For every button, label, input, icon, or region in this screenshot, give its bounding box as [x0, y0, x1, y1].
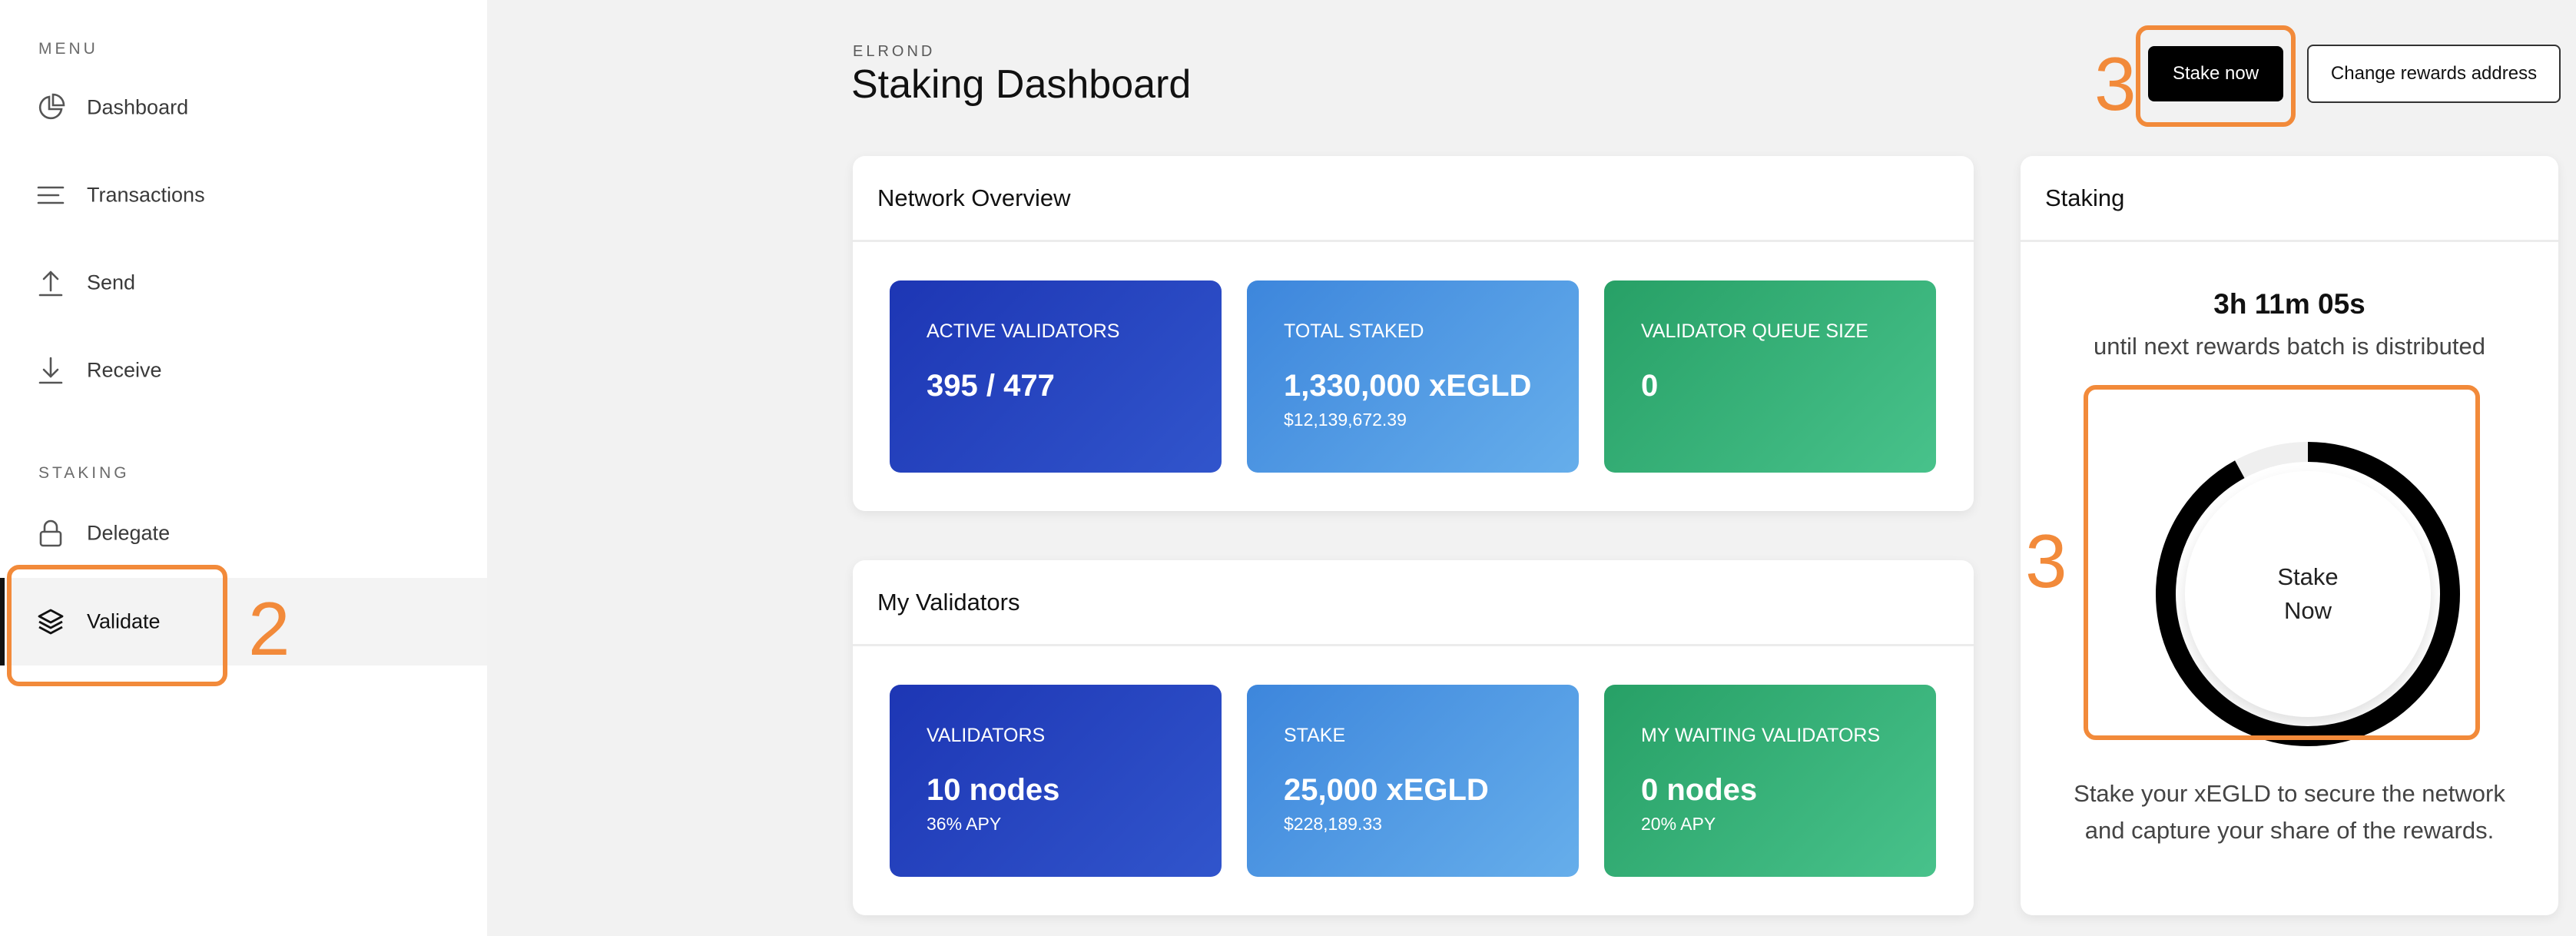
sidebar-item-transactions[interactable]: Transactions — [0, 151, 487, 239]
sidebar-item-label: Dashboard — [87, 95, 189, 119]
list-icon — [35, 180, 66, 211]
change-rewards-address-button[interactable]: Change rewards address — [2307, 45, 2561, 103]
menu-section-label: MENU — [38, 40, 98, 58]
card-title: Staking — [2021, 156, 2558, 242]
sidebar-item-label: Delegate — [87, 521, 171, 545]
sidebar-item-dashboard[interactable]: Dashboard — [0, 64, 487, 151]
card-title: My Validators — [853, 560, 1974, 646]
annotation-number: 3 — [2094, 41, 2137, 126]
stat-label: VALIDATOR QUEUE SIZE — [1641, 320, 1868, 342]
stat-value: 1,330,000 xEGLD — [1284, 369, 1532, 403]
annotation-box-ring — [2084, 385, 2480, 740]
stat-value: 25,000 xEGLD — [1284, 773, 1489, 807]
stake-description-line1: Stake your xEGLD to secure the network — [2074, 780, 2505, 807]
rewards-countdown-caption: until next rewards batch is distributed — [2093, 333, 2486, 360]
sidebar-item-delegate[interactable]: Delegate — [0, 490, 487, 577]
staking-section-label: STAKING — [38, 464, 130, 482]
sidebar-item-label: Transactions — [87, 183, 205, 207]
sidebar-item-receive[interactable]: Receive — [0, 327, 487, 414]
stat-total-staked: TOTAL STAKED 1,330,000 xEGLD $12,139,672… — [1247, 280, 1579, 473]
stake-now-button[interactable]: Stake now — [2148, 46, 2283, 101]
stat-validator-queue-size: VALIDATOR QUEUE SIZE 0 — [1604, 280, 1936, 473]
download-icon — [35, 355, 66, 386]
stat-stake: STAKE 25,000 xEGLD $228,189.33 — [1247, 685, 1579, 877]
stat-sub: $12,139,672.39 — [1284, 410, 1407, 430]
annotation-box-validate — [7, 565, 227, 686]
pie-chart-icon — [35, 92, 66, 123]
brand-eyebrow: ELROND — [853, 43, 936, 60]
stat-label: TOTAL STAKED — [1284, 320, 1424, 342]
page-title: Staking Dashboard — [851, 62, 1192, 107]
stat-label: STAKE — [1284, 725, 1346, 746]
sidebar: MENU Dashboard Transactions Send Receive… — [0, 0, 487, 936]
network-overview-card: Network Overview ACTIVE VALIDATORS 395 /… — [853, 156, 1974, 511]
stat-value: 0 nodes — [1641, 773, 1758, 807]
stat-active-validators: ACTIVE VALIDATORS 395 / 477 — [890, 280, 1222, 473]
sidebar-item-label: Send — [87, 271, 136, 294]
stat-value: 10 nodes — [927, 773, 1060, 807]
stat-value: 0 — [1641, 369, 1659, 403]
upload-icon — [35, 267, 66, 298]
stat-validators: VALIDATORS 10 nodes 36% APY — [890, 685, 1222, 877]
sidebar-item-send[interactable]: Send — [0, 239, 487, 327]
stat-sub: 20% APY — [1641, 814, 1716, 834]
rewards-countdown: 3h 11m 05s — [2213, 288, 2365, 320]
stat-my-waiting-validators: MY WAITING VALIDATORS 0 nodes 20% APY — [1604, 685, 1936, 877]
annotation-number: 3 — [2025, 519, 2067, 603]
stat-sub: $228,189.33 — [1284, 814, 1382, 834]
lock-icon — [35, 518, 66, 549]
stat-label: ACTIVE VALIDATORS — [927, 320, 1120, 342]
stat-sub: 36% APY — [927, 814, 1002, 834]
stat-value: 395 / 477 — [927, 369, 1055, 403]
annotation-number: 2 — [248, 586, 290, 671]
my-validators-card: My Validators VALIDATORS 10 nodes 36% AP… — [853, 560, 1974, 915]
stat-label: MY WAITING VALIDATORS — [1641, 725, 1881, 746]
sidebar-item-label: Receive — [87, 358, 162, 382]
stat-label: VALIDATORS — [927, 725, 1046, 746]
card-title: Network Overview — [853, 156, 1974, 242]
stake-description-line2: and capture your share of the rewards. — [2084, 817, 2495, 844]
stake-description: Stake your xEGLD to secure the network a… — [2021, 775, 2558, 849]
